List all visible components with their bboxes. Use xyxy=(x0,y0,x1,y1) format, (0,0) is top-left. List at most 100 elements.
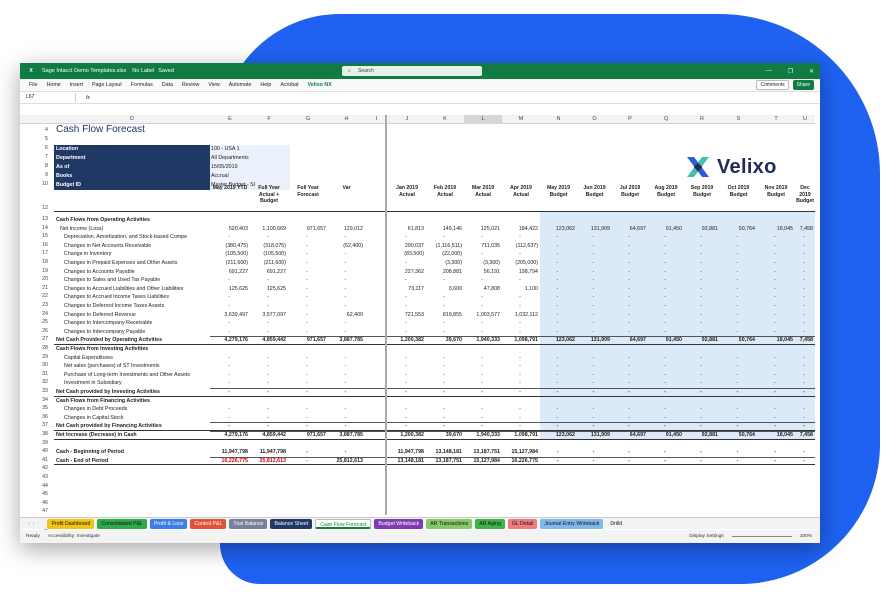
value-cell[interactable]: - xyxy=(648,268,682,277)
value-cell[interactable]: - xyxy=(795,259,813,268)
value-cell[interactable]: - xyxy=(426,328,462,337)
value-cell[interactable]: - xyxy=(795,448,813,457)
value-cell[interactable]: (105,500) xyxy=(250,250,286,259)
row-number[interactable]: 18 xyxy=(36,259,50,265)
value-cell[interactable]: - xyxy=(612,302,646,311)
value-cell[interactable]: - xyxy=(720,362,755,371)
value-cell[interactable]: 7,458 xyxy=(795,225,813,234)
value-cell[interactable]: - xyxy=(210,276,248,285)
value-cell[interactable]: - xyxy=(288,354,326,363)
value-cell[interactable]: - xyxy=(502,293,538,302)
value-cell[interactable]: 92,881 xyxy=(684,225,718,234)
value-cell[interactable]: - xyxy=(426,405,462,414)
value-cell[interactable]: - xyxy=(612,379,646,388)
value-cell[interactable]: 125,021 xyxy=(464,225,500,234)
value-cell[interactable]: - xyxy=(426,293,462,302)
value-cell[interactable]: - xyxy=(577,405,610,414)
row-number[interactable]: 24 xyxy=(36,311,50,317)
menu-item[interactable]: Home xyxy=(47,82,61,88)
value-cell[interactable]: - xyxy=(757,379,793,388)
value-cell[interactable]: 11,947,798 xyxy=(250,448,286,457)
value-cell[interactable]: - xyxy=(684,293,718,302)
value-cell[interactable]: - xyxy=(540,293,575,302)
value-cell[interactable]: - xyxy=(250,371,286,380)
restore-icon[interactable]: ❐ xyxy=(788,68,793,75)
value-cell[interactable]: - xyxy=(288,448,326,457)
value-cell[interactable]: 91,450 xyxy=(648,225,682,234)
value-cell[interactable]: 13,148,181 xyxy=(426,448,462,457)
row-number[interactable]: 10 xyxy=(36,181,50,187)
row-number[interactable]: 37 xyxy=(36,422,50,428)
value-cell[interactable]: - xyxy=(795,293,813,302)
value-cell[interactable]: - xyxy=(684,405,718,414)
value-cell[interactable]: - xyxy=(795,250,813,259)
menu-item[interactable]: Data xyxy=(162,82,173,88)
value-cell[interactable]: - xyxy=(250,302,286,311)
value-cell[interactable]: - xyxy=(795,362,813,371)
row-number[interactable]: 12 xyxy=(36,205,50,211)
value-cell[interactable]: - xyxy=(577,414,610,423)
value-cell[interactable]: - xyxy=(757,414,793,423)
value-cell[interactable]: - xyxy=(388,328,424,337)
display-settings[interactable]: Display Settings xyxy=(689,534,723,539)
value-cell[interactable]: - xyxy=(757,328,793,337)
column-header[interactable]: L xyxy=(464,115,502,124)
column-header[interactable]: F xyxy=(250,115,288,124)
value-cell[interactable]: - xyxy=(795,354,813,363)
value-cell[interactable]: - xyxy=(648,414,682,423)
value-cell[interactable]: - xyxy=(540,362,575,371)
value-cell[interactable]: - xyxy=(210,414,248,423)
value-cell[interactable]: - xyxy=(577,379,610,388)
value-cell[interactable]: - xyxy=(577,268,610,277)
param-value[interactable]: All Departments xyxy=(210,154,290,163)
close-icon[interactable]: ✕ xyxy=(809,68,814,75)
value-cell[interactable]: - xyxy=(795,276,813,285)
value-cell[interactable]: - xyxy=(648,379,682,388)
value-cell[interactable]: - xyxy=(720,414,755,423)
value-cell[interactable]: - xyxy=(757,285,793,294)
value-cell[interactable]: - xyxy=(250,319,286,328)
value-cell[interactable]: - xyxy=(426,362,462,371)
value-cell[interactable]: - xyxy=(388,379,424,388)
value-cell[interactable]: - xyxy=(288,405,326,414)
value-cell[interactable]: - xyxy=(648,302,682,311)
value-cell[interactable]: - xyxy=(388,276,424,285)
value-cell[interactable]: - xyxy=(577,259,610,268)
value-cell[interactable]: - xyxy=(388,302,424,311)
value-cell[interactable]: - xyxy=(612,405,646,414)
value-cell[interactable]: - xyxy=(577,311,610,320)
sheet-tab[interactable]: Control P&L xyxy=(190,518,227,529)
sheet-tab[interactable]: Cash Flow Forecast xyxy=(315,518,372,529)
value-cell[interactable]: - xyxy=(502,379,538,388)
row-number[interactable]: 30 xyxy=(36,362,50,368)
value-cell[interactable]: - xyxy=(250,233,286,242)
value-cell[interactable]: 64,697 xyxy=(612,225,646,234)
value-cell[interactable]: 11,947,798 xyxy=(210,448,248,457)
value-cell[interactable]: - xyxy=(328,285,363,294)
name-box[interactable]: L67 xyxy=(26,93,76,102)
value-cell[interactable]: - xyxy=(210,293,248,302)
value-cell[interactable]: - xyxy=(540,405,575,414)
column-header[interactable]: S xyxy=(720,115,757,124)
value-cell[interactable]: - xyxy=(757,268,793,277)
column-header[interactable]: P xyxy=(612,115,648,124)
value-cell[interactable]: 11,947,798 xyxy=(388,448,424,457)
value-cell[interactable]: - xyxy=(464,328,500,337)
value-cell[interactable]: - xyxy=(757,302,793,311)
value-cell[interactable]: - xyxy=(720,276,755,285)
value-cell[interactable]: - xyxy=(388,362,424,371)
row-number[interactable]: 45 xyxy=(36,491,50,497)
row-number[interactable]: 38 xyxy=(36,431,50,437)
value-cell[interactable]: - xyxy=(540,319,575,328)
value-cell[interactable]: - xyxy=(612,276,646,285)
row-number[interactable]: 41 xyxy=(36,457,50,463)
sheet-tab[interactable]: AR Aging xyxy=(475,518,505,529)
menu-item[interactable]: Page Layout xyxy=(92,82,122,88)
value-cell[interactable]: - xyxy=(612,293,646,302)
zoom-level[interactable]: 100% xyxy=(800,534,812,539)
value-cell[interactable]: - xyxy=(250,405,286,414)
value-cell[interactable]: - xyxy=(464,371,500,380)
value-cell[interactable]: - xyxy=(426,302,462,311)
value-cell[interactable]: - xyxy=(684,319,718,328)
column-header[interactable]: R xyxy=(684,115,720,124)
